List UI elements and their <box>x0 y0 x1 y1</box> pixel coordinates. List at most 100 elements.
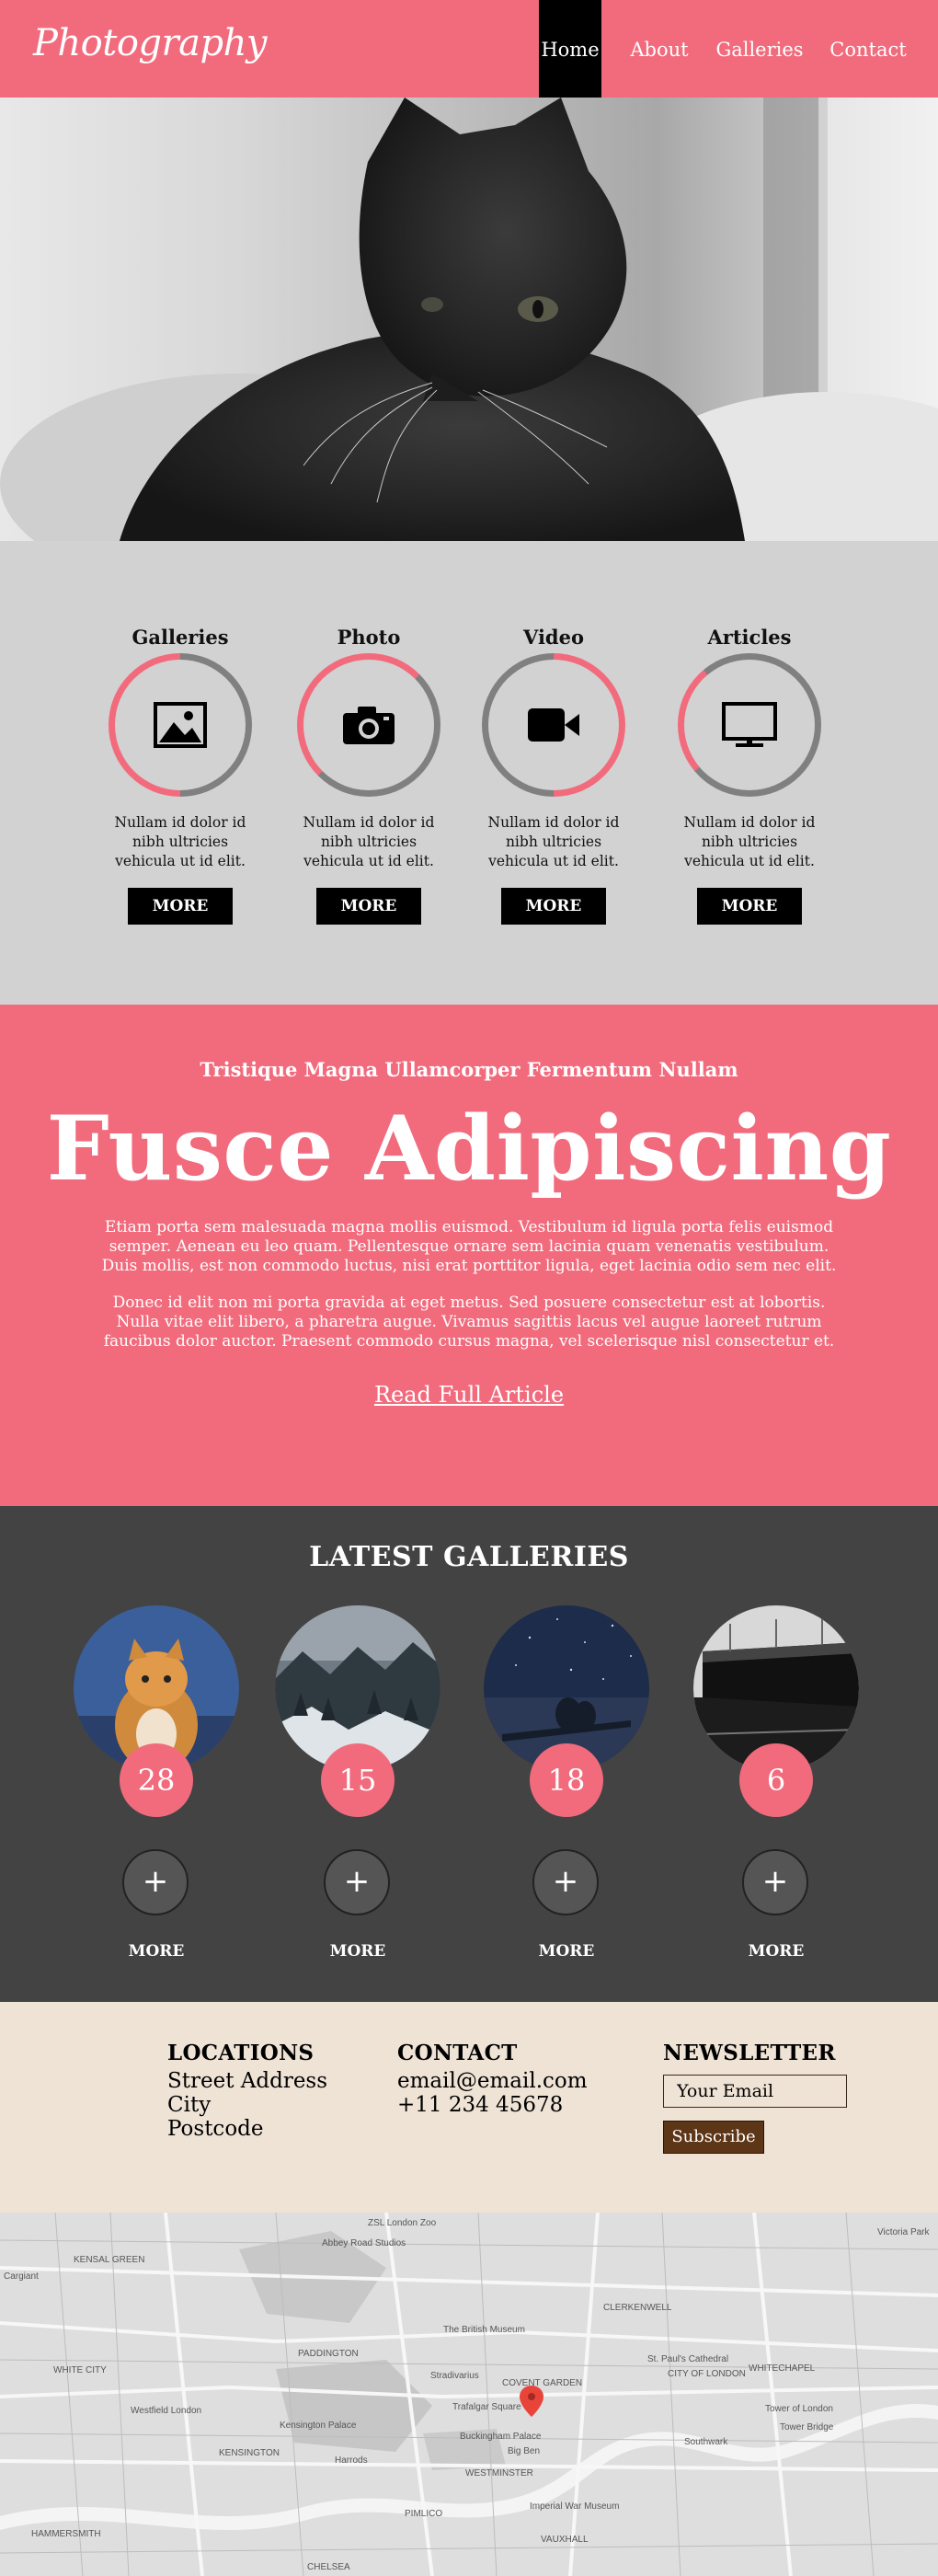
hero-image <box>0 98 938 541</box>
map-label: Stradivarius <box>430 2371 479 2381</box>
map-label: CLERKENWELL <box>603 2303 672 2313</box>
gallery-plus-button[interactable]: + <box>742 1849 808 1915</box>
map-label: VAUXHALL <box>541 2535 589 2545</box>
gallery-more-link[interactable]: MORE <box>275 1942 440 1961</box>
map-label: Westfield London <box>131 2406 202 2416</box>
contact-email[interactable]: email@email.com <box>397 2069 588 2093</box>
subscribe-button[interactable]: Subscribe <box>663 2121 764 2154</box>
article-title: Fusce Adipiscing <box>46 1097 892 1201</box>
street-address: Street Address <box>167 2069 328 2093</box>
nav-home[interactable]: Home <box>539 0 601 112</box>
feature-title: Photo <box>337 626 401 649</box>
features-section: Galleries Nullam id dolor id nibh ultric… <box>0 541 938 1005</box>
map-label: ZSL London Zoo <box>368 2218 437 2228</box>
article-paragraph: Etiam porta sem malesuada magna mollis e… <box>101 1218 837 1275</box>
map-label: Abbey Road Studios <box>322 2238 406 2248</box>
video-camera-icon <box>528 708 579 742</box>
article-paragraph: Donec id elit non mi porta gravida at eg… <box>103 1294 835 1351</box>
map-label: Tower of London <box>765 2404 833 2414</box>
site-logo[interactable]: Photography <box>33 22 267 64</box>
map-label: Harrods <box>335 2455 368 2466</box>
location-map[interactable]: ZSL London Zoo Abbey Road Studios KENSAL… <box>0 2213 938 2576</box>
gallery-card: 28 + MORE <box>74 1605 239 1961</box>
feature-title: Galleries <box>132 626 229 649</box>
feature-more-button[interactable]: MORE <box>128 888 233 925</box>
feature-text: Nullam id dolor id nibh ultricies vehicu… <box>303 814 435 869</box>
camera-icon <box>343 707 395 744</box>
feature-text: Nullam id dolor id nibh ultricies vehicu… <box>114 814 246 869</box>
gallery-more-link[interactable]: MORE <box>74 1942 239 1961</box>
gallery-card: 6 + MORE <box>693 1605 859 1961</box>
map-label: COVENT GARDEN <box>502 2378 583 2388</box>
monitor-icon <box>722 702 777 747</box>
read-full-article-link[interactable]: Read Full Article <box>0 1382 938 1408</box>
nav-contact[interactable]: Contact <box>828 0 909 98</box>
feature-ring[interactable] <box>109 653 252 797</box>
map-label: WHITE CITY <box>53 2365 107 2375</box>
map-label: PIMLICO <box>405 2509 443 2519</box>
newsletter-block: NEWSLETTER Subscribe <box>663 2041 847 2154</box>
contact-phone[interactable]: +11 234 45678 <box>397 2093 588 2117</box>
postcode: Postcode <box>167 2117 264 2141</box>
contact-heading: CONTACT <box>397 2041 518 2065</box>
contact-block: CONTACT email@email.com +11 234 45678 <box>397 2041 588 2117</box>
site-footer: LOCATIONS Street Address City Postcode C… <box>0 2002 938 2213</box>
map-label: Kensington Palace <box>280 2421 357 2431</box>
map-label: Big Ben <box>508 2446 541 2456</box>
map-label: KENSINGTON <box>219 2448 280 2458</box>
gallery-card: 15 + MORE <box>275 1605 440 1961</box>
newsletter-email-input[interactable] <box>663 2075 847 2108</box>
map-label: WHITECHAPEL <box>749 2363 816 2374</box>
gallery-plus-button[interactable]: + <box>532 1849 599 1915</box>
feature-more-button[interactable]: MORE <box>316 888 421 925</box>
city: City <box>167 2093 212 2117</box>
map-label: Tower Bridge <box>780 2422 834 2432</box>
map-label: Cargiant <box>4 2271 39 2282</box>
locations-heading: LOCATIONS <box>167 2041 315 2065</box>
nav-galleries[interactable]: Galleries <box>715 0 804 98</box>
hero-cat-illustration <box>0 98 938 541</box>
gallery-count-badge: 18 <box>530 1743 603 1817</box>
latest-galleries-section: LATEST GALLERIES 28 + MORE 15 + MORE 18 … <box>0 1506 938 2002</box>
gallery-count-badge: 28 <box>120 1743 193 1817</box>
feature-galleries: Galleries Nullam id dolor id nibh ultric… <box>107 626 254 925</box>
map-label: WESTMINSTER <box>465 2468 533 2478</box>
nav-about[interactable]: About <box>627 0 692 98</box>
feature-photo: Photo Nullam id dolor id nibh ultricies … <box>295 626 442 925</box>
featured-article: Tristique Magna Ullamcorper Fermentum Nu… <box>0 1005 938 1506</box>
gallery-plus-button[interactable]: + <box>324 1849 390 1915</box>
gallery-plus-button[interactable]: + <box>122 1849 189 1915</box>
locations-block: LOCATIONS Street Address City Postcode <box>167 2041 327 2141</box>
newsletter-heading: NEWSLETTER <box>663 2041 836 2065</box>
map-label: Imperial War Museum <box>530 2501 620 2512</box>
feature-more-button[interactable]: MORE <box>697 888 802 925</box>
map-label: CITY OF LONDON <box>668 2369 746 2379</box>
feature-articles: Articles Nullam id dolor id nibh ultrici… <box>676 626 823 925</box>
map-label: Southwark <box>684 2437 728 2447</box>
feature-video: Video Nullam id dolor id nibh ultricies … <box>480 626 627 925</box>
gallery-more-link[interactable]: MORE <box>693 1942 859 1961</box>
map-label: Buckingham Palace <box>460 2432 542 2442</box>
article-subtitle: Tristique Magna Ullamcorper Fermentum Nu… <box>200 1058 738 1081</box>
feature-ring[interactable] <box>482 653 625 797</box>
map-label: St. Paul's Cathedral <box>647 2354 729 2364</box>
map-background <box>0 2213 938 2576</box>
feature-ring[interactable] <box>678 653 821 797</box>
feature-title: Articles <box>707 626 792 649</box>
gallery-card: 18 + MORE <box>484 1605 649 1961</box>
gallery-more-link[interactable]: MORE <box>484 1942 649 1961</box>
feature-text: Nullam id dolor id nibh ultricies vehicu… <box>683 814 816 869</box>
gallery-count-badge: 6 <box>739 1743 813 1817</box>
map-label: Trafalgar Square <box>452 2402 521 2412</box>
feature-title: Video <box>523 626 584 649</box>
feature-ring[interactable] <box>297 653 440 797</box>
feature-more-button[interactable]: MORE <box>501 888 606 925</box>
map-label: HAMMERSMITH <box>31 2529 101 2539</box>
map-label: KENSAL GREEN <box>74 2255 145 2265</box>
map-label: Victoria Park <box>877 2227 930 2237</box>
image-icon <box>154 702 207 748</box>
map-label: The British Museum <box>443 2325 525 2335</box>
galleries-heading: LATEST GALLERIES <box>309 1541 629 1573</box>
feature-text: Nullam id dolor id nibh ultricies vehicu… <box>487 814 620 869</box>
map-label: CHELSEA <box>307 2562 350 2572</box>
